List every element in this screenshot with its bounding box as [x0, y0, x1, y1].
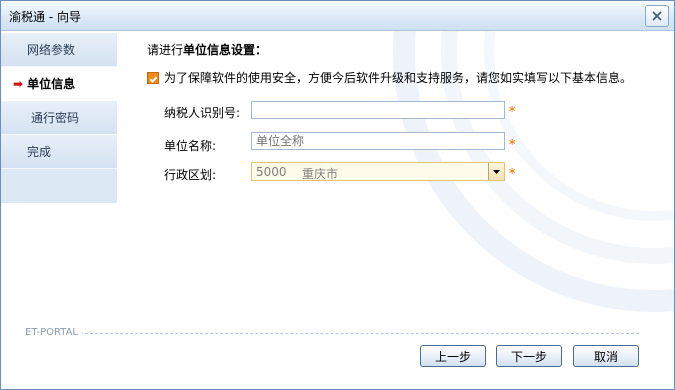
- close-icon: [652, 11, 662, 21]
- window-title: 渝税通 - 向导: [9, 10, 81, 24]
- step-network-params[interactable]: 网络参数: [1, 33, 117, 67]
- step-label: 网络参数: [27, 43, 76, 57]
- region-label: 行政区划:: [164, 168, 217, 182]
- unit-name-input[interactable]: [251, 132, 505, 150]
- unit-name-label: 单位名称:: [164, 139, 217, 153]
- chevron-down-icon: [493, 169, 500, 174]
- note-text: 为了保障软件的使用安全，方便今后软件升级和支持服务，请您如实填写以下基本信息。: [164, 71, 633, 85]
- step-label: 通行密码: [31, 111, 80, 125]
- step-finish[interactable]: 完成: [1, 135, 117, 169]
- required-marker: *: [509, 104, 516, 118]
- prev-button[interactable]: 上一步: [420, 345, 486, 367]
- step-label: 单位信息: [27, 77, 76, 91]
- footer-divider: [25, 333, 639, 334]
- step-label: 完成: [27, 145, 52, 159]
- region-code: 5000: [256, 165, 287, 179]
- wizard-steps: 网络参数 ➡ 单位信息 通行密码 完成: [1, 33, 117, 203]
- required-marker: *: [509, 166, 516, 180]
- tax-id-input[interactable]: [251, 101, 505, 119]
- title-bar: 渝税通 - 向导: [1, 1, 674, 31]
- heading-bold: 单位信息设置：: [183, 43, 268, 57]
- next-button[interactable]: 下一步: [496, 345, 562, 367]
- step-access-password[interactable]: 通行密码: [1, 101, 117, 135]
- region-name: 重庆市: [302, 167, 339, 181]
- region-select[interactable]: 5000 重庆市: [251, 162, 505, 181]
- checkbox-note-icon: [147, 71, 159, 84]
- cancel-button[interactable]: 取消: [573, 345, 639, 367]
- current-step-arrow-icon: ➡: [13, 76, 24, 91]
- heading-prefix: 请进行: [147, 43, 184, 57]
- info-note: 为了保障软件的使用安全，方便今后软件升级和支持服务，请您如实填写以下基本信息。: [147, 69, 632, 86]
- close-button[interactable]: [645, 5, 669, 27]
- brand-label: ET-PORTAL: [25, 327, 82, 338]
- wizard-window: 渝税通 - 向导 网络参数 ➡ 单位信息 通行密码 完成 请进行单位信息设置： …: [0, 0, 675, 390]
- wizard-content: 网络参数 ➡ 单位信息 通行密码 完成 请进行单位信息设置： 为了保障软件的使用…: [1, 31, 674, 389]
- page-title: 请进行单位信息设置：: [147, 41, 267, 58]
- required-marker: *: [509, 137, 516, 151]
- dropdown-button[interactable]: [488, 163, 504, 180]
- tax-id-label: 纳税人识别号:: [164, 106, 241, 120]
- step-unit-info[interactable]: ➡ 单位信息: [1, 67, 117, 101]
